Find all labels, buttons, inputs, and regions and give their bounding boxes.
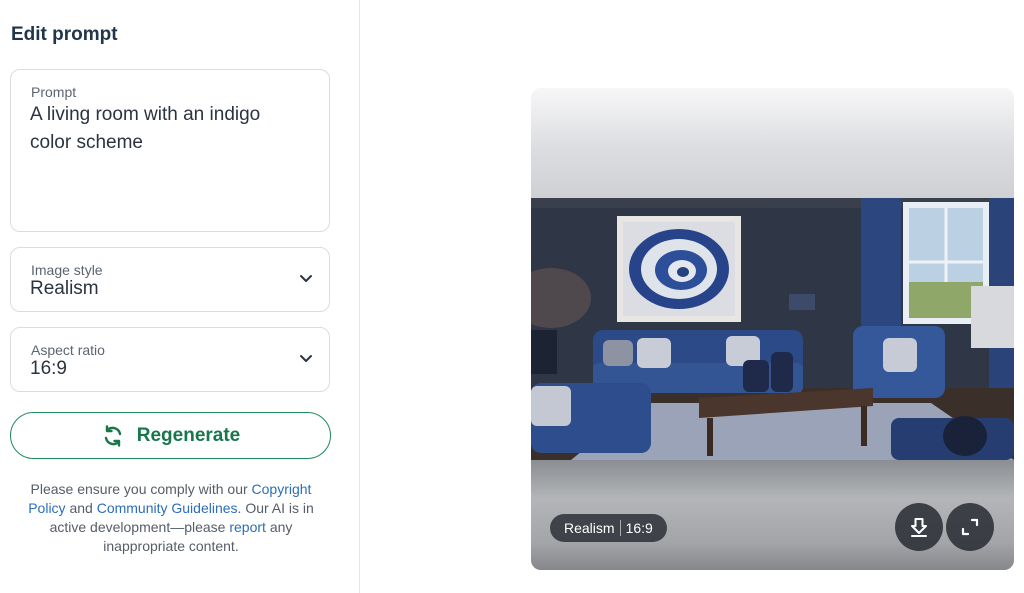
aspect-ratio-label: Aspect ratio	[31, 342, 105, 358]
notice-text-1: Please ensure you comply with our	[30, 481, 252, 497]
notice-text-2: and	[65, 500, 97, 516]
download-icon	[911, 518, 927, 537]
image-info-badge: Realism 16:9	[550, 514, 667, 542]
download-button[interactable]	[895, 503, 943, 551]
prompt-input[interactable]: A living room with an indigo color schem…	[30, 101, 300, 157]
report-link[interactable]: report	[229, 519, 266, 535]
prompt-field[interactable]: Prompt A living room with an indigo colo…	[10, 69, 330, 232]
refresh-icon	[104, 424, 121, 447]
aspect-ratio-value: 16:9	[30, 358, 67, 379]
badge-ratio: 16:9	[625, 520, 653, 536]
edit-prompt-panel: Edit prompt Prompt A living room with an…	[0, 0, 360, 593]
compliance-notice: Please ensure you comply with our Copyri…	[14, 480, 328, 556]
generated-image-preview: Realism 16:9	[531, 88, 1014, 570]
aspect-ratio-select[interactable]: Aspect ratio 16:9	[10, 327, 330, 392]
chevron-down-icon	[300, 355, 312, 362]
prompt-label: Prompt	[31, 84, 77, 100]
image-style-select[interactable]: Image style Realism	[10, 247, 330, 312]
image-style-label: Image style	[31, 262, 103, 278]
preview-top-blur	[531, 88, 1014, 198]
fullscreen-button[interactable]	[946, 503, 994, 551]
image-style-value: Realism	[30, 278, 99, 299]
regenerate-button[interactable]: Regenerate	[10, 412, 331, 459]
badge-style: Realism	[564, 520, 615, 536]
regenerate-label: Regenerate	[136, 424, 241, 446]
panel-title: Edit prompt	[11, 24, 118, 45]
fullscreen-icon	[961, 518, 979, 536]
chevron-down-icon	[300, 275, 312, 282]
community-guidelines-link[interactable]: Community Guidelines	[97, 500, 238, 516]
generated-image	[531, 198, 1014, 460]
badge-divider	[619, 520, 621, 536]
